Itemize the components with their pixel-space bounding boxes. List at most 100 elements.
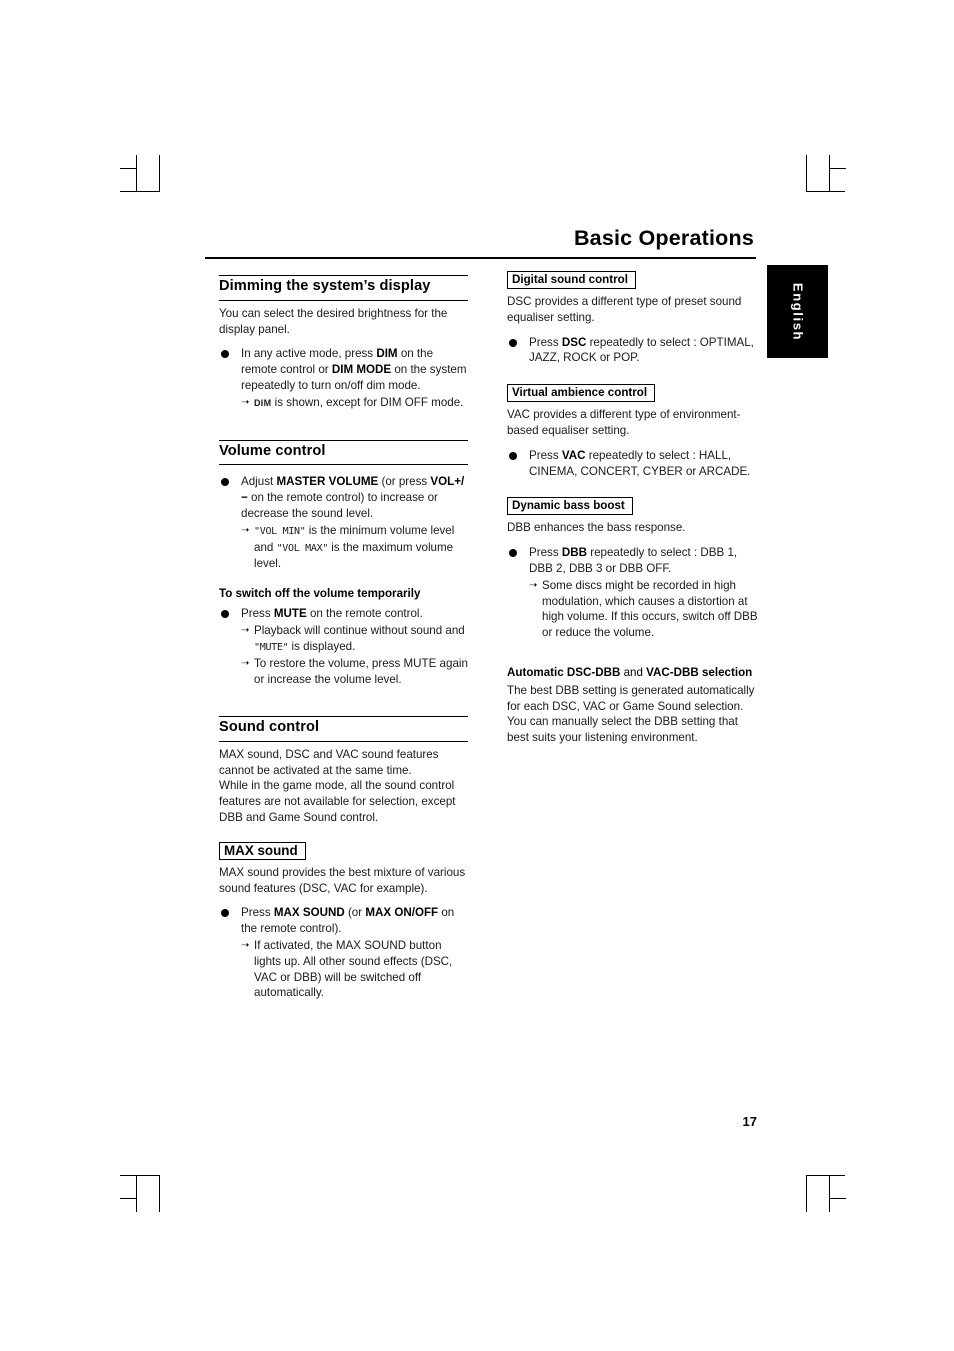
dbb-arrow-1: ➝ Some discs might be recorded in high m… (529, 578, 758, 641)
section-sound-control: Sound control (219, 715, 468, 742)
dsc-bold: DSC (561, 335, 587, 349)
sound-para-2: While in the game mode, all the sound co… (219, 779, 456, 824)
volume-mono-max: "VOL MAX" (276, 542, 329, 554)
crop-mark-bottom-left (120, 1175, 159, 1176)
mute-text-2: on the remote control. (306, 606, 423, 620)
box-heading-wrap-vac: Virtual ambience control (507, 384, 758, 403)
crop-mark-top-left (136, 155, 137, 192)
dimming-arrow-text: is shown, except for DIM OFF mode. (271, 395, 464, 409)
language-tab-label: English (790, 282, 805, 341)
language-tab: English (767, 265, 828, 358)
bullet-icon (509, 451, 517, 460)
dimming-arrow-bold: DIM (254, 397, 272, 408)
crop-mark-top-right (829, 155, 830, 192)
crop-mark-top-right (806, 155, 807, 192)
max-sound-arrow-text: If activated, the MAX SOUND button light… (254, 938, 453, 1000)
crop-mark-bottom-left (136, 1175, 137, 1212)
section-heading-sound: Sound control (219, 718, 320, 735)
bullet-icon (509, 549, 517, 558)
vac-bullet-1: Press VAC repeatedly to select : HALL, C… (507, 448, 758, 480)
page-title: Basic Operations (573, 226, 754, 250)
dbb-text-1: Press (529, 546, 562, 560)
crop-mark-bottom-right (829, 1198, 846, 1199)
dbb-bullet-1: Press DBB repeatedly to select : DBB 1, … (507, 545, 758, 641)
auto-selection-para: The best DBB setting is generated automa… (507, 683, 755, 745)
section-dimming-display: Dimming the system’s display (219, 275, 468, 301)
box-heading-digital-sound-control: Digital sound control (507, 271, 636, 289)
bullet-icon (221, 478, 229, 487)
max-sound-text-2: (or (344, 906, 366, 920)
vac-bold: VAC (561, 448, 586, 462)
max-sound-para: MAX sound provides the best mixture of v… (219, 865, 466, 895)
section-volume-control: Volume control (219, 439, 468, 466)
volume-text-3: on the remote control) to increase or de… (241, 491, 438, 520)
dsc-text-1: Press (529, 335, 562, 349)
mute-arrow-end: is displayed. (288, 639, 356, 653)
crop-mark-bottom-left (120, 1198, 137, 1199)
mute-bold: MUTE (273, 606, 307, 620)
dimming-bullet-1: In any active mode, press DIM on the rem… (219, 346, 468, 411)
max-sound-bold-1: MAX SOUND (273, 906, 345, 920)
dimming-bold-dim: DIM (376, 347, 398, 361)
arrow-right-icon: ➝ (241, 524, 250, 536)
dimming-bullet-text-1: In any active mode, press (241, 347, 377, 361)
volume-arrow-1: ➝ "VOL MIN" is the minimum volume level … (241, 523, 468, 572)
mute-arrow-pre: Playback will continue without sound and (254, 623, 465, 637)
auto-selection-heading-part2: VAC-DBB selection (642, 665, 753, 679)
arrow-right-icon: ➝ (241, 658, 250, 670)
dimming-intro: You can select the desired brightness fo… (219, 306, 448, 336)
crop-mark-top-left (159, 155, 160, 192)
dimming-bold-dim-mode: DIM MODE (331, 363, 392, 377)
crop-mark-bottom-right (806, 1175, 845, 1176)
dsc-para-1: DSC provides a different type of preset … (507, 295, 742, 324)
box-heading-max-sound: MAX sound (219, 841, 306, 860)
crop-mark-top-right (806, 191, 845, 192)
bullet-icon (221, 609, 229, 618)
max-sound-arrow-1: ➝ If activated, the MAX SOUND button lig… (241, 938, 468, 1001)
arrow-right-icon: ➝ (241, 939, 250, 951)
sound-para-1: MAX sound, DSC and VAC sound features ca… (219, 747, 439, 777)
volume-bullet-2: Press MUTE on the remote control. ➝ Play… (219, 606, 468, 688)
auto-selection-heading: Automatic DSC-DBB and VAC-DBB selection (507, 665, 758, 681)
mute-arrow-restore: To restore the volume, press MUTE again … (254, 657, 468, 687)
page-number: 17 (742, 1114, 757, 1129)
vac-text-1: Press (529, 448, 562, 462)
max-sound-text-1: Press (241, 906, 274, 920)
dsc-bullet-1: Press DSC repeatedly to select : OPTIMAL… (507, 335, 758, 367)
vac-para-1: VAC provides a different type of environ… (507, 408, 741, 437)
crop-mark-top-left (120, 168, 137, 169)
section-heading-volume: Volume control (219, 442, 326, 459)
volume-text-1: Adjust (241, 475, 277, 489)
dbb-para-1: DBB enhances the bass response. (507, 521, 686, 535)
volume-text-2: (or press (378, 475, 431, 489)
box-heading-virtual-ambience-control: Virtual ambience control (507, 384, 656, 403)
dimming-arrow-1: ➝ DIM is shown, except for DIM OFF mode. (241, 395, 468, 412)
mute-arrow-2: ➝ To restore the volume, press MUTE agai… (241, 656, 468, 688)
mute-mono: "MUTE" (254, 641, 289, 653)
max-sound-bullet-1: Press MAX SOUND (or MAX ON/OFF on the re… (219, 905, 468, 1001)
box-heading-dynamic-bass-boost: Dynamic bass boost (507, 497, 633, 516)
crop-mark-top-right (829, 168, 846, 169)
crop-mark-top-left (120, 191, 159, 192)
arrow-right-icon: ➝ (241, 624, 250, 636)
right-column: Digital sound control DSC provides a dif… (507, 271, 758, 746)
dbb-bold: DBB (561, 546, 587, 560)
mute-text-1: Press (241, 606, 274, 620)
arrow-right-icon: ➝ (529, 579, 538, 591)
title-divider (205, 257, 756, 259)
volume-bold-vol: VOL (430, 475, 455, 489)
volume-mono-min: "VOL MIN" (254, 525, 306, 537)
crop-mark-bottom-right (829, 1175, 830, 1212)
box-heading-wrap-dbb: Dynamic bass boost (507, 497, 758, 516)
volume-sub-heading: To switch off the volume temporarily (219, 587, 421, 601)
arrow-right-icon: ➝ (241, 396, 250, 408)
max-sound-bold-2: MAX ON/OFF (365, 906, 439, 920)
volume-bold-master: MASTER VOLUME (276, 475, 379, 489)
auto-selection-heading-and: and (623, 665, 643, 679)
left-column: Dimming the system’s display You can sel… (219, 275, 468, 1001)
bullet-icon (509, 338, 517, 347)
section-heading-dimming: Dimming the system’s display (219, 278, 431, 294)
mute-arrow-1: ➝ Playback will continue without sound a… (241, 623, 468, 656)
bullet-icon (221, 909, 229, 918)
crop-mark-bottom-right (806, 1175, 807, 1212)
